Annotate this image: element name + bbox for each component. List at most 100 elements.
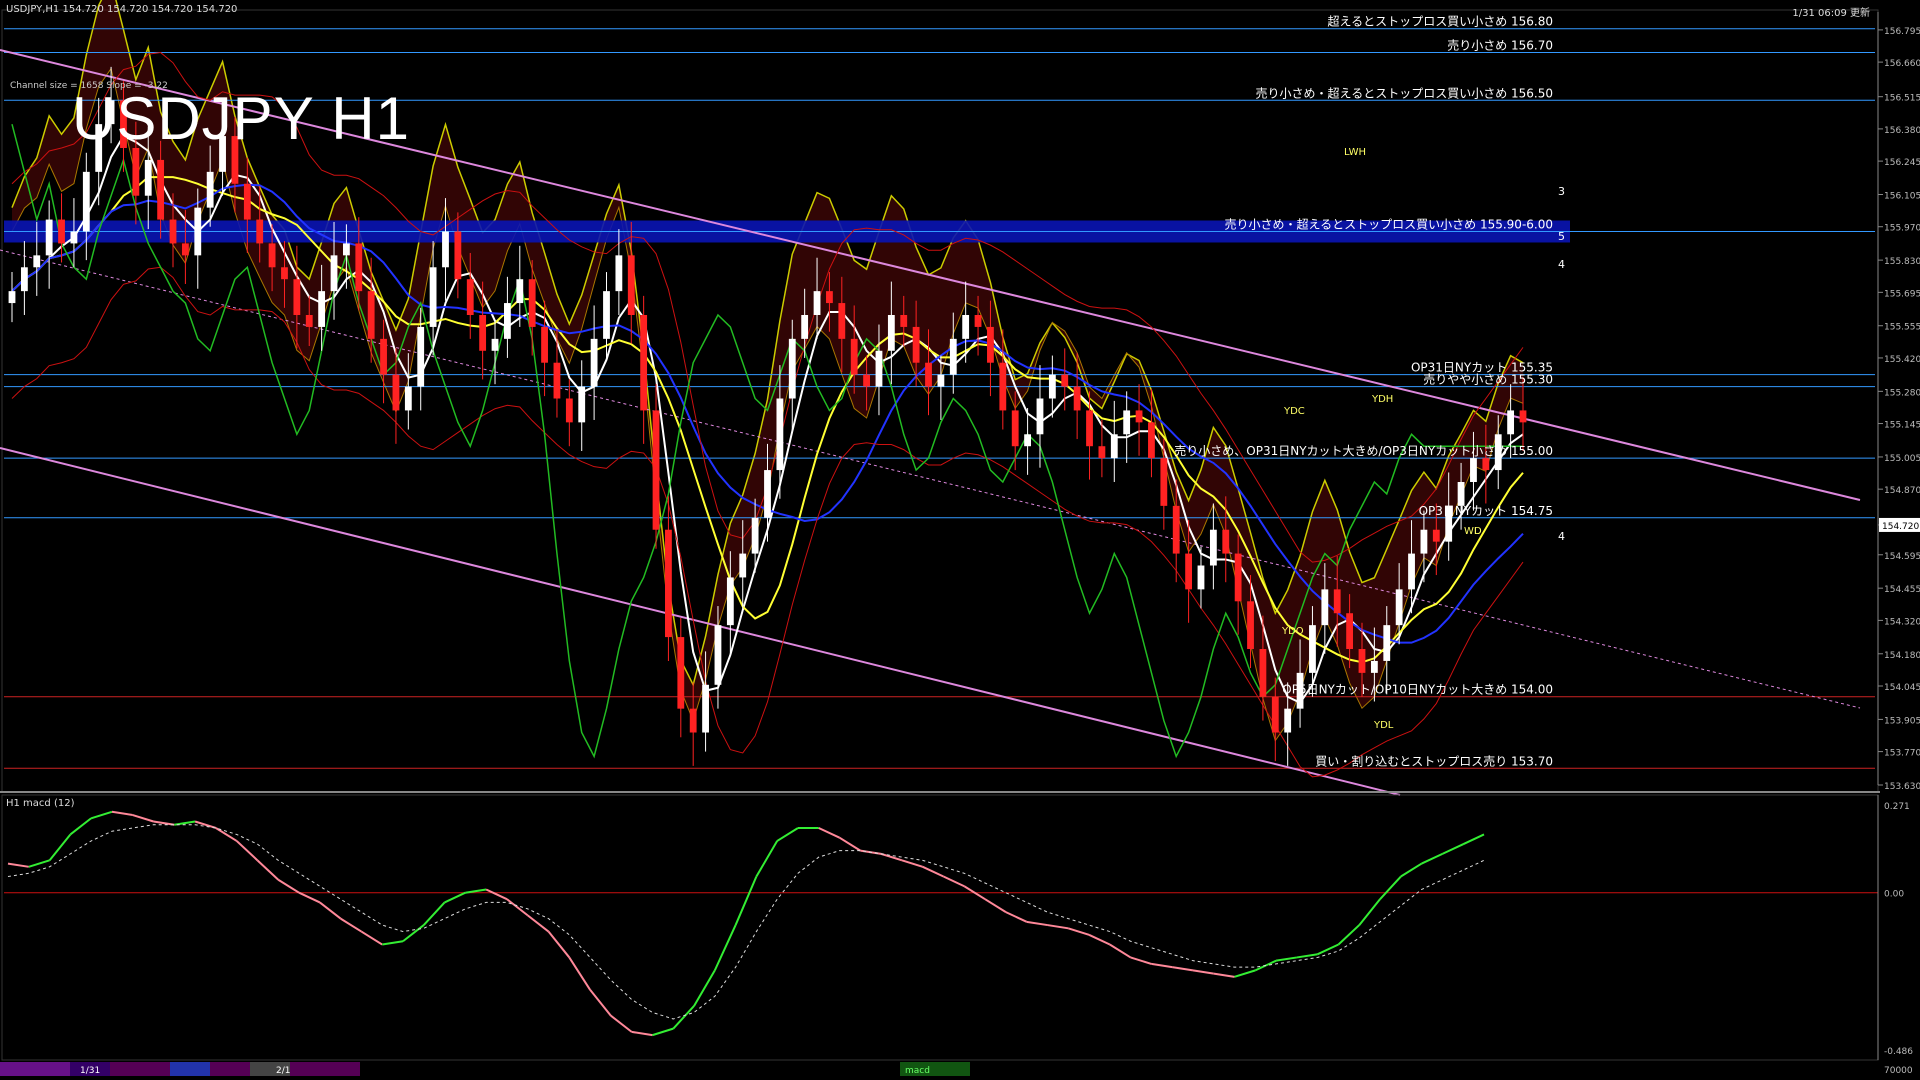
marker-d: D: [1474, 526, 1482, 537]
candle-body: [1321, 589, 1329, 626]
level-label-3: 売り小さめ・超えるとストップロス買い小さめ 155.90-6.00: [1225, 216, 1554, 231]
candle-body: [925, 362, 932, 387]
candle-body: [1259, 649, 1267, 697]
time-label-0: 1/31: [80, 1066, 100, 1076]
level-label-1: 売り小さめ 156.70: [1447, 38, 1553, 53]
candle-body: [850, 338, 858, 375]
level-label-6: 売り小さめ、OP31日NYカット大きめ/OP3日NYカット小さめ 155.00: [1174, 443, 1553, 458]
price-tick-label: 155.280: [1884, 388, 1920, 398]
candle-body: [256, 219, 264, 244]
candle-body: [144, 159, 152, 196]
session-bar-segment: [0, 1062, 40, 1076]
candle-body: [70, 231, 78, 244]
candle-body: [714, 625, 722, 685]
price-tick-label: 155.830: [1884, 257, 1920, 267]
price-tick-label: 155.555: [1884, 323, 1920, 333]
candle-body: [1507, 410, 1515, 435]
candle-body: [1148, 422, 1155, 459]
candle-body: [1185, 553, 1193, 590]
price-tick-label: 155.695: [1884, 289, 1920, 299]
candle-body: [1309, 625, 1316, 673]
candle-body: [776, 398, 784, 471]
candle-body: [1432, 529, 1440, 542]
window-header: USDJPY,H1 154.720 154.720 154.720 154.72…: [6, 4, 238, 15]
candle-body: [1110, 434, 1118, 459]
candle-body: [1271, 696, 1279, 733]
candle-body: [1135, 410, 1143, 423]
price-tick-label: 154.595: [1884, 552, 1920, 562]
candle-body: [640, 314, 648, 411]
price-tick-label: 153.770: [1884, 749, 1920, 759]
time-label-1: 2/1: [276, 1066, 290, 1076]
candle-body: [516, 279, 524, 304]
price-tick-label: 156.660: [1884, 59, 1920, 69]
candle-body: [243, 183, 251, 220]
candle-body: [553, 362, 561, 399]
price-tick-label: 154.870: [1884, 486, 1920, 496]
candle-body: [1172, 505, 1180, 554]
candle-body: [169, 219, 177, 244]
candle-body: [404, 386, 412, 411]
candle-body: [578, 386, 586, 423]
candle-body: [45, 219, 53, 256]
candle-body: [912, 326, 920, 363]
candle-body: [838, 303, 846, 339]
macd-tick-label: -0.486: [1884, 1047, 1913, 1057]
price-tick-label: 155.420: [1884, 355, 1920, 365]
candle-body: [8, 291, 16, 304]
candle-body: [863, 374, 870, 387]
level-label-0: 超えるとストップロス買い小さめ 156.80: [1328, 14, 1553, 29]
candle-body: [541, 326, 548, 363]
candle-body: [1011, 410, 1019, 447]
session-bar-segment: [110, 1062, 170, 1076]
candle-body: [1222, 529, 1230, 554]
candle-body: [82, 171, 90, 232]
level-label-5: 売りやや小さめ 155.30: [1423, 372, 1553, 387]
candle-body: [1457, 482, 1465, 506]
candle-body: [1408, 553, 1415, 590]
candle-body: [1333, 589, 1341, 614]
candle-body: [813, 291, 821, 315]
price-tick-label: 153.905: [1884, 716, 1920, 726]
candle-body: [1098, 446, 1106, 459]
candle-body: [751, 517, 759, 554]
candle-body: [689, 708, 697, 733]
candle-body: [1073, 386, 1081, 411]
candle-body: [355, 243, 363, 292]
price-tick-label: 154.455: [1884, 585, 1920, 595]
candle-body: [318, 291, 326, 327]
candle-body: [1519, 410, 1527, 423]
candle-body: [33, 255, 41, 268]
price-tick-label: 156.380: [1884, 126, 1920, 136]
current-price-label: 154.720: [1882, 522, 1919, 532]
candle-body: [900, 314, 908, 327]
macd-label: H1 macd (12): [6, 798, 75, 809]
marker-lwh: LWH: [1344, 147, 1366, 158]
candle-body: [1234, 553, 1242, 602]
candle-body: [726, 577, 734, 626]
candle-body: [194, 207, 202, 256]
marker-ydh: YDH: [1371, 394, 1393, 405]
candle-body: [652, 410, 660, 530]
candle-body: [293, 279, 301, 315]
timestamp: 1/31 06:09 更新: [1792, 8, 1870, 19]
candle-body: [1061, 374, 1069, 387]
candle-body: [1420, 529, 1428, 554]
candle-body: [528, 279, 536, 327]
macd-tick-label: 0.00: [1884, 890, 1904, 900]
candle-body: [962, 314, 970, 339]
projection-label-0: 3: [1558, 185, 1565, 198]
usdjpy-h1-chart[interactable]: 超えるとストップロス買い小さめ 156.80 売り小さめ 156.70 売り小さめ・…: [0, 0, 1920, 1080]
candle-body: [342, 243, 350, 256]
candle-body: [1086, 410, 1093, 447]
session-bar-segment: [170, 1062, 210, 1076]
candle-body: [1197, 565, 1205, 590]
candle-body: [949, 338, 957, 375]
projection-label-2: 4: [1558, 258, 1565, 271]
candle-body: [1346, 613, 1354, 650]
candle-body: [454, 231, 462, 280]
candle-body: [417, 326, 425, 387]
candle-body: [157, 159, 165, 220]
marker-ydl: YDL: [1373, 720, 1394, 731]
price-tick-label: 155.005: [1884, 454, 1920, 464]
